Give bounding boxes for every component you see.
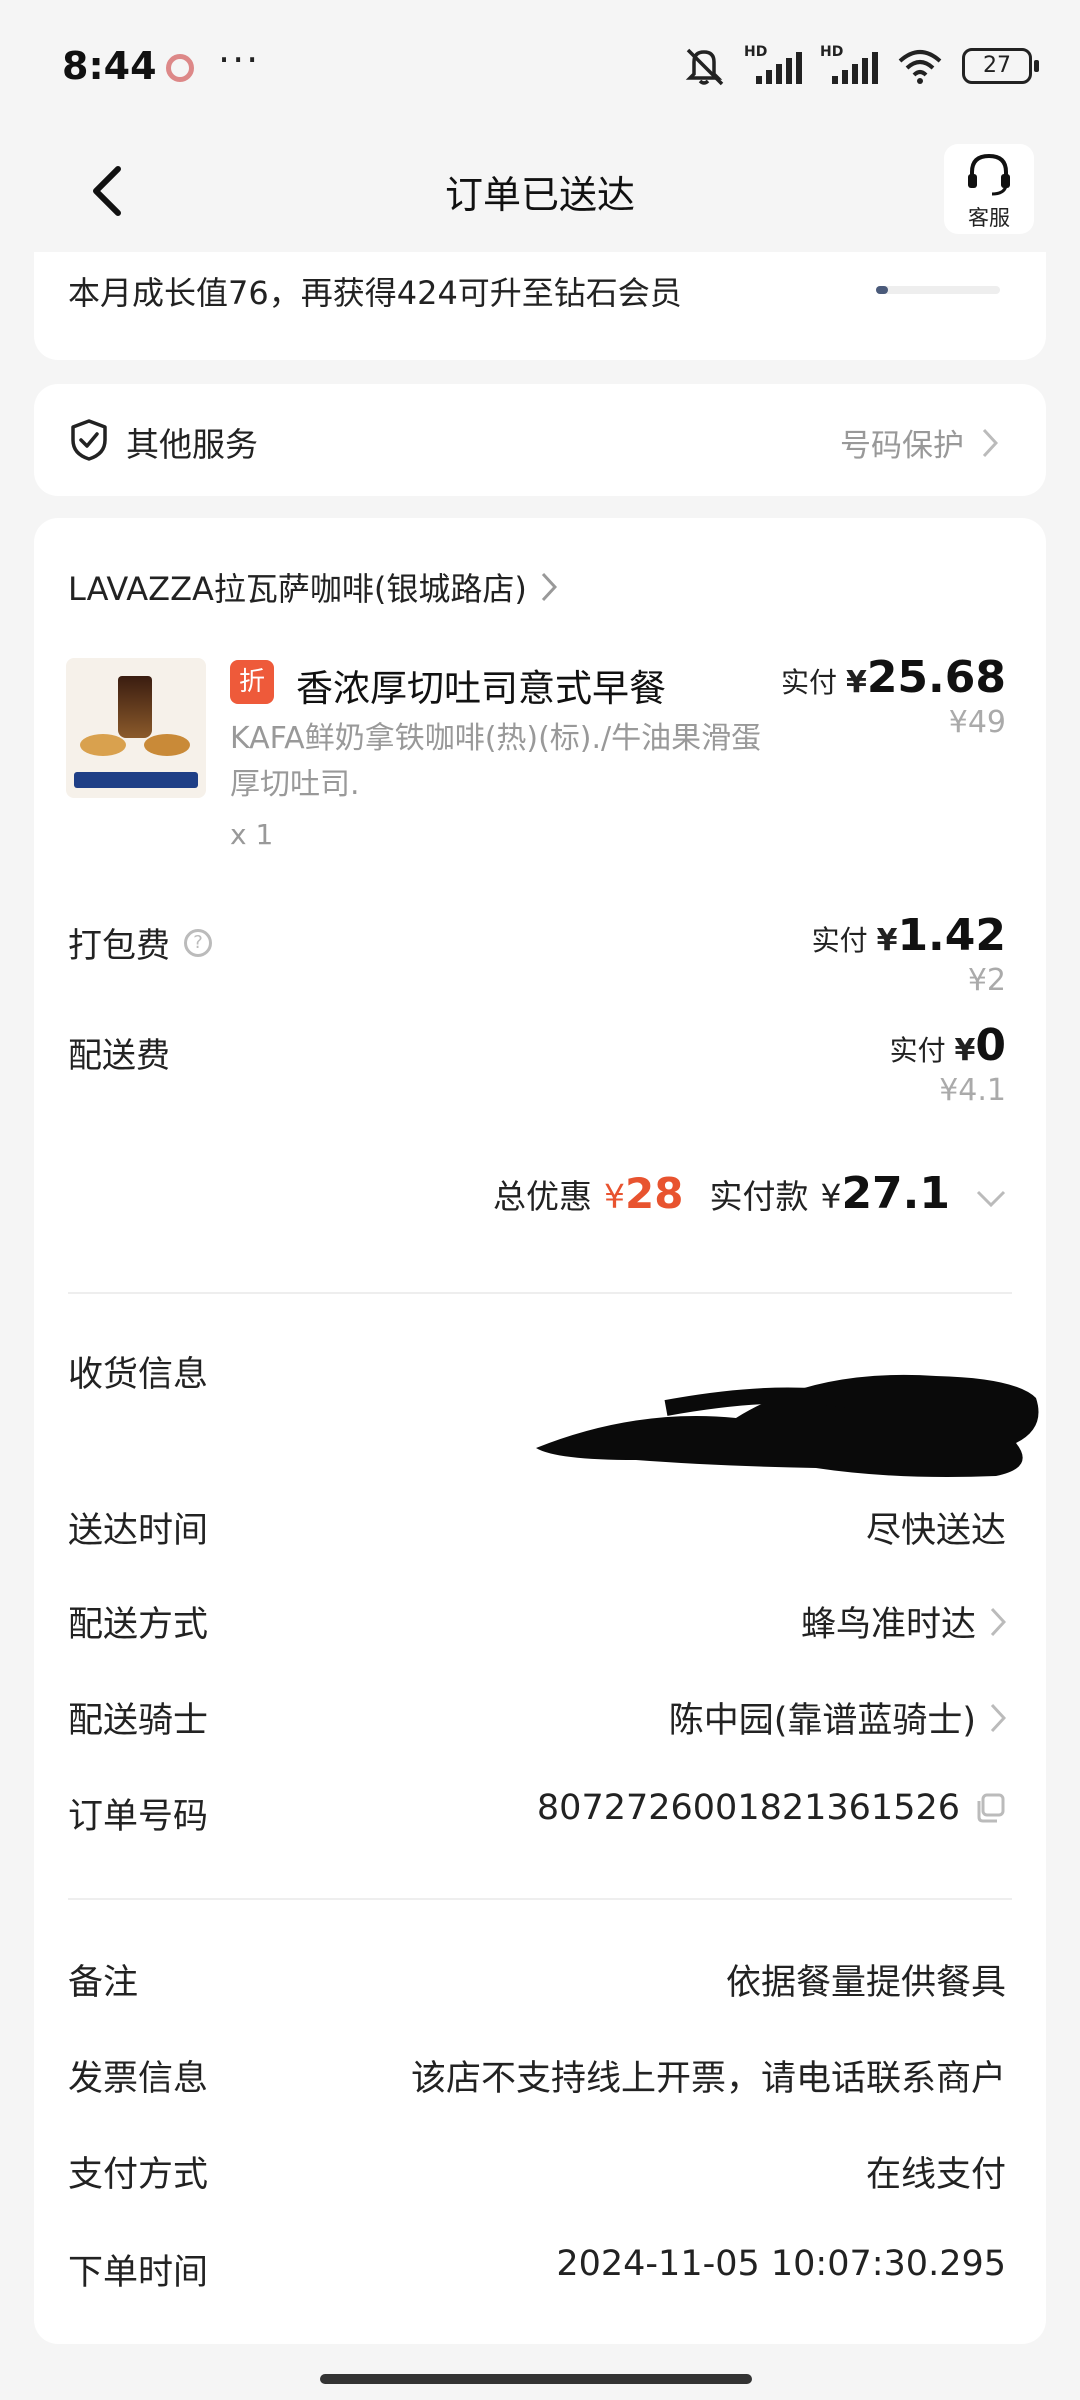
order-total-row[interactable]: 总优惠 ¥28 实付款 ¥27.1 [493,1168,1006,1219]
delivery-method-link[interactable]: 蜂鸟准时达 [801,1596,1006,1647]
redacted-address [536,1374,1039,1477]
status-icons: HD HD 27 [682,44,1039,86]
discount-badge: 折 [230,660,274,704]
delivery-fee-paid: 0 [975,1020,1006,1071]
packaging-fee-label: 打包费 [68,926,170,966]
product-name: 香浓厚切吐司意式早餐 [296,667,666,710]
rider-value: 陈中园(靠谱蓝骑士) [668,1701,976,1741]
copy-icon[interactable] [974,1792,1006,1824]
section-divider [68,1898,1012,1900]
paid-amount: 25.68 [866,652,1006,703]
order-time-value: 2024-11-05 10:07:30.295 [556,2244,1006,2284]
packaging-fee-paid: 1.42 [897,910,1006,961]
growth-progress-bar [876,286,1000,294]
growth-value-text: 本月成长值76，再获得424可升至钻石会员 [68,274,682,312]
help-icon[interactable]: ? [184,928,212,957]
original-price: ¥49 [948,705,1006,740]
packaging-fee-row: 打包费 ? [68,918,212,967]
chevron-right-icon [990,1607,1006,1636]
payment-method-label: 支付方式 [68,2155,209,2195]
invoice-label: 发票信息 [68,2059,209,2099]
signal-icon-2: HD [820,44,878,86]
other-services-card[interactable]: 其他服务 号码保护 [34,384,1046,496]
shipping-info-label: 收货信息 [68,1355,209,1395]
signal-icon-1: HD [744,44,802,86]
section-divider [68,1292,1012,1294]
product-price: 实付 ¥25.68 ¥49 [781,652,1006,740]
status-bar: 8:44 ··· HD HD 27 [0,0,1080,130]
order-number-label: 订单号码 [68,1797,209,1837]
delivery-method-value: 蜂鸟准时达 [800,1605,976,1645]
growth-progress-fill [876,286,889,294]
remarks-label: 备注 [68,1963,139,2003]
paid-label: 实付 [889,1034,946,1067]
home-indicator[interactable] [320,2374,752,2384]
product-thumbnail[interactable] [66,658,206,798]
delivery-time-value: 尽快送达 [865,1511,1006,1551]
battery-icon: 27 [962,48,1039,84]
paid-label: 实付 [781,666,838,699]
shop-name: LAVAZZA拉瓦萨咖啡(银城路店) [68,570,527,608]
rider-link[interactable]: 陈中园(靠谱蓝骑士) [669,1692,1006,1743]
number-protection-label: 号码保护 [840,428,964,464]
order-details-card: LAVAZZA拉瓦萨咖啡(银城路店) 折 香浓厚切吐司意式早餐 KAFA鲜奶拿铁… [34,518,1046,2344]
rider-label: 配送骑士 [68,1701,209,1741]
total-discount-value: ¥28 [603,1169,684,1218]
packaging-fee-price: 实付 ¥1.42 ¥2 [812,910,1006,998]
chevron-right-icon [541,572,557,602]
number-protection-link[interactable]: 号码保护 [840,420,998,465]
navigation-bar: 订单已送达 客服 [0,130,1080,250]
paid-label: 实付 [811,924,868,957]
more-notifications-icon: ··· [218,38,261,82]
shield-check-icon [71,419,107,461]
shop-name-link[interactable]: LAVAZZA拉瓦萨咖啡(银城路店) [68,564,557,610]
product-description: KAFA鲜奶拿铁咖啡(热)(标)./牛油果滑蛋厚切吐司. [230,721,762,802]
delivery-fee-price: 实付 ¥0 ¥4.1 [890,1020,1006,1108]
chevron-right-icon [990,1703,1006,1732]
headset-icon [968,153,1010,196]
delivery-fee-original: ¥4.1 [939,1073,1006,1108]
product-quantity: x 1 [230,818,274,851]
total-paid-value: ¥27.1 [820,1168,950,1219]
currency-symbol: ¥ [876,923,898,958]
order-number-row: 8072726001821361526 [537,1788,1006,1828]
order-time-label: 下单时间 [68,2253,209,2293]
app-notification-icon [166,54,194,82]
delivery-fee-label: 配送费 [68,1036,170,1076]
membership-card[interactable]: 本月成长值76，再获得424可升至钻石会员 [34,252,1046,360]
other-services-label: 其他服务 [126,425,258,464]
customer-service-label: 客服 [968,206,1010,230]
total-discount-label: 总优惠 [492,1177,592,1216]
delivery-time-label: 送达时间 [68,1511,209,1551]
mute-icon [685,48,724,86]
delivery-fee-row: 配送费 [68,1028,170,1077]
delivery-method-label: 配送方式 [68,1605,209,1645]
remarks-value: 依据餐量提供餐具 [725,1963,1006,2003]
currency-symbol: ¥ [845,665,867,700]
invoice-value: 该店不支持线上开票，请电话联系商户 [410,2059,1006,2099]
status-time: 8:44 [62,44,157,88]
payment-method-value: 在线支付 [865,2155,1006,2195]
packaging-fee-original: ¥2 [967,963,1006,998]
chevron-right-icon [982,428,998,457]
currency-symbol: ¥ [954,1033,976,1068]
chevron-down-icon[interactable] [976,1190,1006,1208]
wifi-icon [898,50,942,84]
order-number-value: 8072726001821361526 [536,1788,960,1828]
page-title: 订单已送达 [444,173,635,217]
customer-service-button[interactable]: 客服 [944,144,1034,234]
total-paid-label: 实付款 [709,1177,809,1216]
